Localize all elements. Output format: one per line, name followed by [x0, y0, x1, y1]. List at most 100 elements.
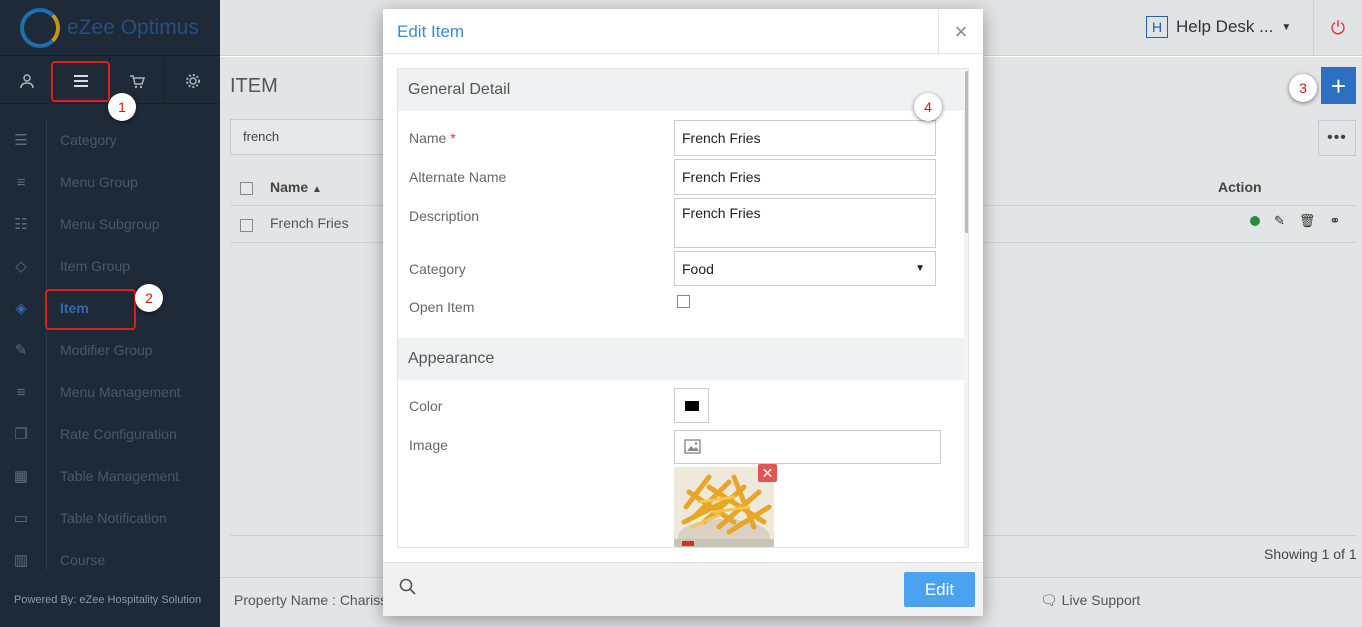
- search-input[interactable]: french: [230, 119, 390, 155]
- section-title: Appearance: [408, 350, 495, 367]
- caret-down-icon: ▼: [1281, 21, 1292, 33]
- search-icon[interactable]: [399, 578, 417, 601]
- sidebar-item-label: Table Management: [60, 468, 180, 484]
- sidebar-item-label: Menu Subgroup: [60, 216, 160, 232]
- sidebar-item-menu-subgroup[interactable]: ☷ Menu Subgroup: [0, 204, 220, 246]
- name-label: Name *: [409, 130, 456, 146]
- sidebar-item-rate-configuration[interactable]: ❐ Rate Configuration: [0, 414, 220, 456]
- list-icon: ≡: [16, 174, 26, 191]
- live-support-label: Live Support: [1061, 592, 1141, 608]
- section-title: General Detail: [408, 81, 511, 98]
- column-name-header[interactable]: Name ▲: [270, 179, 322, 195]
- live-support-link[interactable]: 🗨 Live Support: [1040, 592, 1140, 609]
- box-icon: ◇: [15, 258, 27, 275]
- pagination-info: Showing 1 of 1: [1264, 546, 1357, 562]
- sidebar-item-label: Category: [60, 132, 117, 148]
- row-checkbox[interactable]: [240, 219, 253, 232]
- edit-item-modal: Edit Item × General Detail Name * French…: [383, 9, 983, 616]
- sidebar-item-course[interactable]: ▥ Course: [0, 540, 220, 570]
- callout-1: 1: [108, 93, 136, 121]
- open-item-label: Open Item: [409, 299, 475, 315]
- copy-icon: ❐: [14, 426, 28, 443]
- sidebar-item-category[interactable]: ☰ Category: [0, 120, 220, 162]
- logo-mark: [20, 8, 60, 48]
- sublist-icon: ☷: [14, 216, 28, 233]
- open-item-checkbox[interactable]: [677, 295, 690, 308]
- name-field[interactable]: French Fries: [674, 120, 936, 156]
- edit-icon: ✎: [14, 342, 28, 359]
- modal-scrollbar[interactable]: [964, 69, 968, 547]
- select-all-checkbox[interactable]: [240, 182, 253, 195]
- sidebar-item-label: Menu Management: [60, 384, 181, 400]
- description-field[interactable]: French Fries: [674, 198, 936, 248]
- power-icon[interactable]: ⏻: [1313, 0, 1362, 56]
- callout-3: 3: [1289, 74, 1317, 102]
- category-value: Food: [682, 261, 714, 277]
- scrollbar-thumb[interactable]: [965, 71, 968, 233]
- gear-icon[interactable]: [165, 57, 220, 104]
- category-label: Category: [409, 261, 466, 277]
- image-label: Image: [409, 437, 448, 453]
- callout-2: 2: [135, 284, 163, 312]
- modal-header: Edit Item ×: [383, 9, 983, 54]
- alternate-name-field[interactable]: French Fries: [674, 159, 936, 195]
- image-upload-field[interactable]: [674, 430, 941, 464]
- row-actions: ✎ 🗑 ⚭: [1250, 213, 1340, 229]
- help-desk-label: Help Desk ...: [1176, 17, 1274, 36]
- grid-icon: ▦: [13, 468, 29, 485]
- status-dot-icon[interactable]: [1250, 216, 1260, 226]
- sort-asc-icon: ▲: [312, 184, 322, 195]
- user-icon[interactable]: [0, 57, 55, 104]
- add-item-button[interactable]: +: [1321, 67, 1356, 104]
- trash-icon[interactable]: 🗑: [1299, 213, 1316, 229]
- image-icon: [684, 439, 701, 454]
- section-appearance: Appearance: [398, 338, 964, 380]
- column-action-header: Action: [1218, 179, 1262, 195]
- column-name-label: Name: [270, 179, 309, 195]
- dropdown-arrow-icon: ▼: [915, 263, 925, 274]
- powered-by: Powered By: eZee Hospitality Solution: [14, 594, 202, 606]
- link-icon[interactable]: ⚭: [1329, 213, 1340, 229]
- more-options-button[interactable]: •••: [1318, 120, 1356, 156]
- highlight-menu-tab: [51, 61, 110, 102]
- description-label: Description: [409, 208, 480, 224]
- sidebar-item-item-group[interactable]: ◇ Item Group: [0, 246, 220, 288]
- sidebar-item-label: Menu Group: [60, 174, 138, 190]
- color-swatch: [684, 400, 699, 411]
- logo-text: eZee Optimus: [67, 16, 199, 39]
- alternate-name-label: Alternate Name: [409, 169, 507, 185]
- section-general-detail: General Detail: [398, 69, 964, 111]
- course-icon: ▥: [13, 552, 29, 569]
- sidebar-item-label: Rate Configuration: [60, 426, 177, 442]
- help-desk-menu[interactable]: H Help Desk ... ▼: [1146, 16, 1291, 38]
- required-marker: *: [450, 130, 456, 146]
- name-label-text: Name: [409, 130, 447, 146]
- chat-bubble-icon: 🗨: [1040, 592, 1058, 608]
- highlight-item: [45, 289, 136, 330]
- property-name: Property Name : Chariss: [234, 592, 388, 608]
- modal-footer: [383, 562, 983, 616]
- edit-button[interactable]: Edit: [904, 572, 975, 607]
- remove-image-icon[interactable]: ✕: [758, 464, 777, 482]
- row-name: French Fries: [270, 215, 349, 231]
- sidebar-item-table-notification[interactable]: ▭ Table Notification: [0, 498, 220, 540]
- sidebar-item-menu-group[interactable]: ≡ Menu Group: [0, 162, 220, 204]
- help-desk-icon: H: [1146, 16, 1168, 38]
- lines-icon: ≡: [16, 384, 26, 401]
- sidebar-item-menu-management[interactable]: ≡ Menu Management: [0, 372, 220, 414]
- sidebar-item-label: Course: [60, 552, 106, 568]
- category-icon: ☰: [14, 132, 28, 149]
- sidebar-item-modifier-group[interactable]: ✎ Modifier Group: [0, 330, 220, 372]
- color-picker[interactable]: [674, 388, 709, 423]
- close-icon[interactable]: ×: [938, 9, 983, 54]
- pencil-icon[interactable]: ✎: [1274, 213, 1285, 229]
- sidebar-item-table-management[interactable]: ▦ Table Management: [0, 456, 220, 498]
- modal-body: General Detail Name * French Fries Alter…: [397, 68, 969, 548]
- callout-4: 4: [914, 93, 942, 121]
- modal-title: Edit Item: [397, 22, 465, 41]
- color-label: Color: [409, 398, 443, 414]
- page-title: ITEM: [230, 75, 278, 97]
- logo: eZee Optimus: [0, 0, 220, 56]
- sidebar-tabs: [0, 57, 220, 104]
- category-select[interactable]: Food ▼: [674, 251, 936, 286]
